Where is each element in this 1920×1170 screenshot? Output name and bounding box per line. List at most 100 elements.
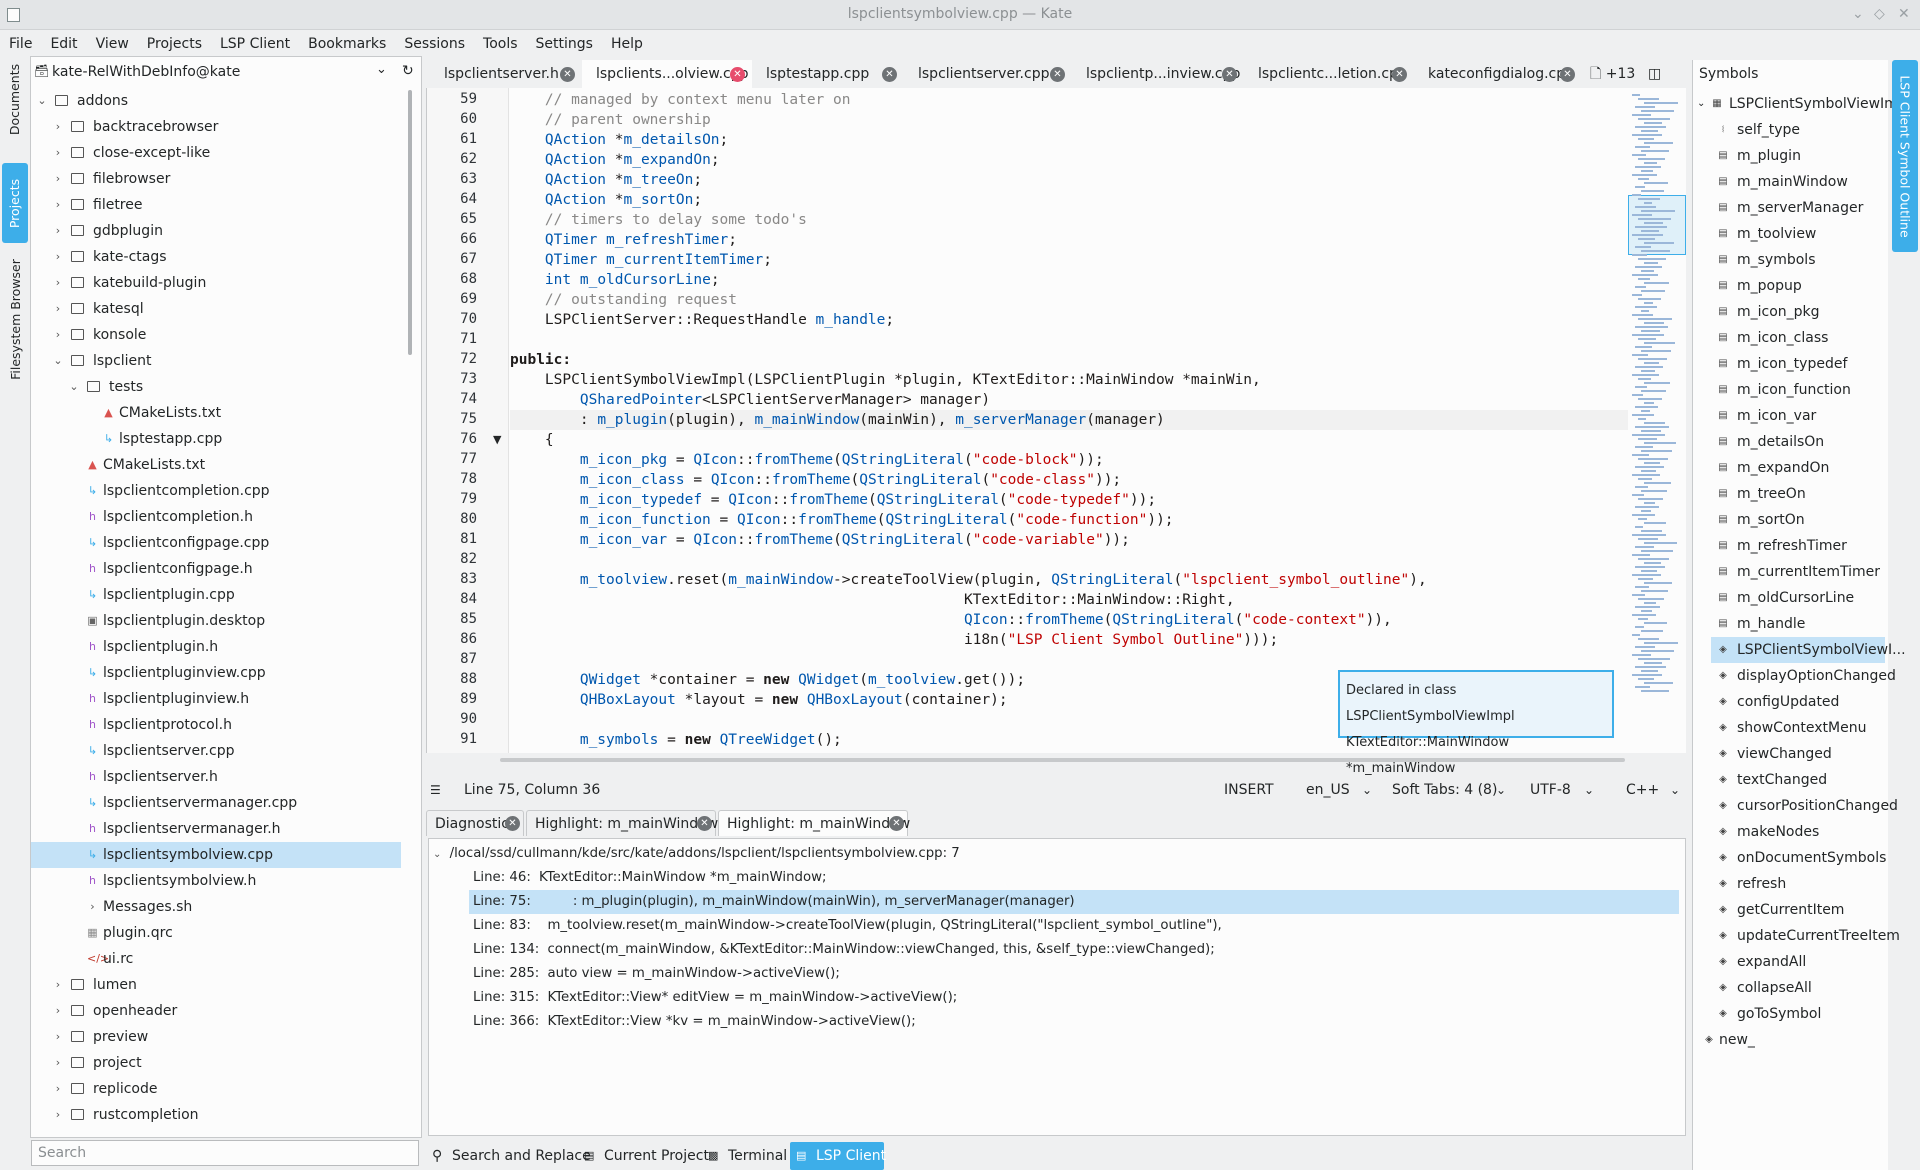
tree-folder[interactable]: › filetree: [31, 192, 401, 218]
code-line[interactable]: m_icon_function = QIcon::fromTheme(QStri…: [510, 510, 1174, 530]
code-line[interactable]: QTimer m_currentItemTimer;: [510, 250, 772, 270]
menu-settings[interactable]: Settings: [527, 32, 602, 54]
close-icon[interactable]: ✕: [889, 816, 904, 831]
close-tab-icon[interactable]: ✕: [882, 67, 897, 82]
close-icon[interactable]: ✕: [697, 816, 712, 831]
code-editor[interactable]: 59 // managed by context menu later on 60…: [426, 88, 1686, 753]
chevron-right-icon[interactable]: ›: [53, 244, 63, 270]
tree-folder[interactable]: › replicode: [31, 1076, 401, 1102]
chevron-down-icon[interactable]: ⌄: [1697, 91, 1705, 117]
chevron-right-icon[interactable]: ›: [53, 1102, 63, 1128]
code-line[interactable]: int m_oldCursorLine;: [510, 270, 720, 290]
chevron-right-icon[interactable]: ›: [53, 1024, 63, 1050]
menu-help[interactable]: Help: [602, 32, 652, 54]
tree-folder[interactable]: › gdbplugin: [31, 218, 401, 244]
result-row[interactable]: Line: 285: auto view = m_mainWindow->act…: [469, 962, 1679, 986]
tree-file[interactable]: ▣ lspclientplugin.desktop: [31, 608, 401, 634]
symbol-item[interactable]: ◈ updateCurrentTreeItem: [1711, 923, 1900, 949]
minimap[interactable]: [1628, 88, 1686, 753]
symbol-item[interactable]: ◈ expandAll: [1711, 949, 1885, 975]
tree-file[interactable]: ↳ lsptestapp.cpp: [31, 426, 401, 452]
tree-folder[interactable]: › preview: [31, 1024, 401, 1050]
chevron-right-icon[interactable]: ›: [53, 296, 63, 322]
code-line[interactable]: QSharedPointer<LSPClientServerManager> m…: [510, 390, 990, 410]
syntax-selector[interactable]: C++: [1626, 778, 1659, 802]
symbol-item[interactable]: ◈ configUpdated: [1711, 689, 1885, 715]
more-tabs-button[interactable]: 🗋 +13: [1590, 60, 1650, 88]
code-line[interactable]: {: [510, 430, 554, 450]
chevron-right-icon[interactable]: ›: [53, 140, 63, 166]
tree-folder[interactable]: ⌄ addons: [31, 88, 401, 114]
symbol-item[interactable]: ▤ m_treeOn: [1711, 481, 1885, 507]
chevron-down-icon[interactable]: ⌄: [37, 88, 47, 114]
code-line[interactable]: // managed by context menu later on: [510, 90, 851, 110]
chevron-right-icon[interactable]: ›: [53, 166, 63, 192]
code-line[interactable]: m_toolview.reset(m_mainWindow->createToo…: [510, 570, 1427, 590]
symbol-item[interactable]: ◈ goToSymbol: [1711, 1001, 1885, 1027]
symbol-item[interactable]: ▤ m_plugin: [1711, 143, 1885, 169]
chevron-right-icon[interactable]: ›: [53, 1050, 63, 1076]
symbol-root[interactable]: ⌄ ▦ LSPClientSymbolViewImpl: [1693, 91, 1911, 117]
chevron-right-icon[interactable]: ›: [53, 114, 63, 140]
close-tab-icon[interactable]: ✕: [730, 67, 745, 82]
result-row[interactable]: Line: 83: m_toolview.reset(m_mainWindow-…: [469, 914, 1679, 938]
symbol-item[interactable]: ◈ displayOptionChanged: [1711, 663, 1896, 689]
chevron-right-icon[interactable]: ›: [53, 972, 63, 998]
tree-folder[interactable]: › kate-ctags: [31, 244, 401, 270]
close-tab-icon[interactable]: ✕: [1050, 67, 1065, 82]
minimize-icon[interactable]: ⌄: [1852, 6, 1864, 22]
chevron-down-icon[interactable]: ⌄: [53, 348, 63, 374]
menu-file[interactable]: File: [0, 32, 41, 54]
code-line[interactable]: m_icon_var = QIcon::fromTheme(QStringLit…: [510, 530, 1130, 550]
code-line[interactable]: QTimer m_refreshTimer;: [510, 230, 737, 250]
tree-folder[interactable]: › close-except-like: [31, 140, 401, 166]
lsp-client-button[interactable]: ▤ LSP Client: [790, 1142, 886, 1170]
symbol-item[interactable]: ▤ m_currentItemTimer: [1711, 559, 1885, 585]
editor-tab[interactable]: lsptestapp.cpp ✕: [752, 60, 904, 88]
tree-file[interactable]: h lspclientserver.h: [31, 764, 401, 790]
close-tab-icon[interactable]: ✕: [1222, 67, 1237, 82]
search-and-replace-button[interactable]: ⚲ Search and Replace: [430, 1142, 591, 1170]
symbol-item[interactable]: ▤ m_icon_typedef: [1711, 351, 1885, 377]
code-line[interactable]: public:: [510, 350, 571, 370]
project-tree-scrollbar[interactable]: [408, 90, 412, 355]
tree-file[interactable]: h lspclientpluginview.h: [31, 686, 401, 712]
chevron-right-icon[interactable]: ›: [53, 998, 63, 1024]
chevron-right-icon[interactable]: ›: [53, 322, 63, 348]
close-window-icon[interactable]: ✕: [1898, 6, 1910, 22]
menu-icon[interactable]: ☰: [430, 778, 441, 802]
symbol-item[interactable]: ◈ viewChanged: [1711, 741, 1885, 767]
current-project-button[interactable]: ▤ Current Project: [582, 1142, 709, 1170]
symbol-item[interactable]: ▤ m_icon_var: [1711, 403, 1885, 429]
fold-marker-icon[interactable]: ▼: [493, 433, 501, 446]
result-row[interactable]: Line: 315: KTextEditor::View* editView =…: [469, 986, 1679, 1010]
tree-file[interactable]: ↳ lspclientpluginview.cpp: [31, 660, 401, 686]
code-line[interactable]: QAction *m_treeOn;: [510, 170, 702, 190]
menu-edit[interactable]: Edit: [41, 32, 86, 54]
code-line[interactable]: m_icon_class = QIcon::fromTheme(QStringL…: [510, 470, 1121, 490]
symbol-item[interactable]: ▤ m_expandOn: [1711, 455, 1885, 481]
tree-file[interactable]: h lspclientsymbolview.h: [31, 868, 401, 894]
code-line[interactable]: m_symbols = new QTreeWidget();: [510, 730, 842, 750]
encoding-selector[interactable]: UTF-8: [1530, 778, 1571, 802]
tree-folder[interactable]: › konsole: [31, 322, 401, 348]
close-tab-icon[interactable]: ✕: [1560, 67, 1575, 82]
sidebar-tab-filesystem-browser[interactable]: Filesystem Browser: [2, 246, 28, 392]
tree-file[interactable]: ▲ CMakeLists.txt: [31, 400, 401, 426]
symbol-item[interactable]: ▤ m_sortOn: [1711, 507, 1885, 533]
code-line[interactable]: QWidget *container = new QWidget(m_toolv…: [510, 670, 1025, 690]
menu-sessions[interactable]: Sessions: [395, 32, 474, 54]
editor-tab[interactable]: lspclientserver.cpp ✕: [904, 60, 1072, 88]
tab-diagnostics[interactable]: Diagnostics ✕: [426, 810, 524, 836]
symbol-item[interactable]: ▤ m_icon_function: [1711, 377, 1885, 403]
symbol-item[interactable]: ▤ m_handle: [1711, 611, 1885, 637]
editor-tab[interactable]: lspclients...olview.cpp ✕: [582, 60, 752, 88]
menu-tools[interactable]: Tools: [474, 32, 527, 54]
results-file-row[interactable]: ⌄ /local/ssd/cullmann/kde/src/kate/addon…: [433, 843, 960, 865]
project-search-input[interactable]: Search: [31, 1140, 419, 1166]
code-line[interactable]: // outstanding request: [510, 290, 737, 310]
tree-file[interactable]: ↳ lspclientserver.cpp: [31, 738, 401, 764]
symbol-item[interactable]: ◈ collapseAll: [1711, 975, 1885, 1001]
tree-file[interactable]: h lspclientplugin.h: [31, 634, 401, 660]
tree-file[interactable]: ↳ lspclientsymbolview.cpp: [31, 842, 401, 868]
